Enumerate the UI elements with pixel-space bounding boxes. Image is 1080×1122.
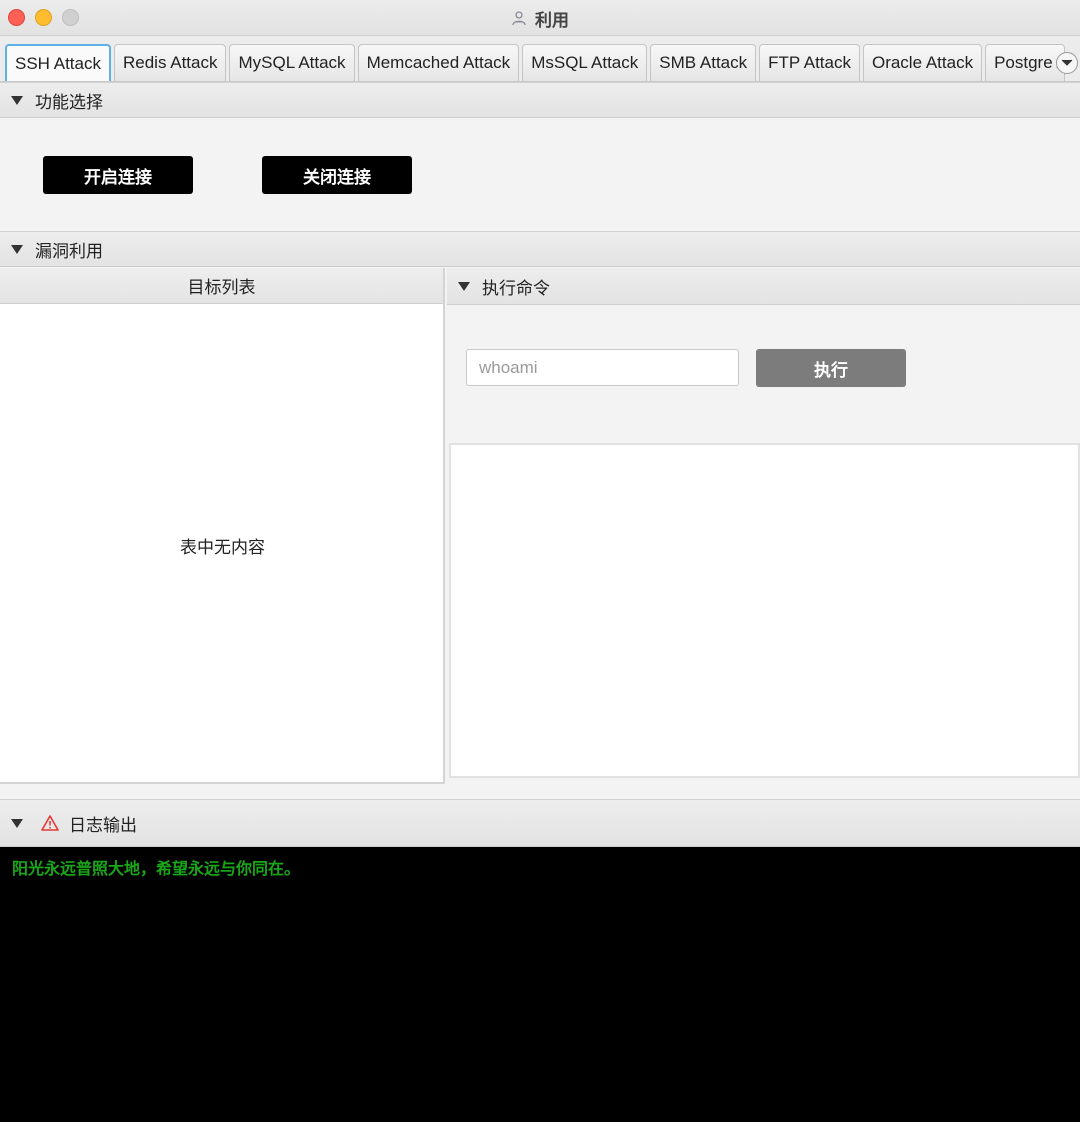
collapse-arrow-icon xyxy=(11,95,23,105)
exploit-section-title: 漏洞利用 xyxy=(35,241,103,261)
tab-oracle-attack[interactable]: Oracle Attack xyxy=(862,44,983,81)
tab-label: MsSQL Attack xyxy=(531,53,639,72)
exploit-section-header[interactable]: 漏洞利用 xyxy=(0,231,1080,267)
window-title-area: 利用 xyxy=(0,0,1080,36)
tab-redis-attack[interactable]: Redis Attack xyxy=(113,44,227,81)
collapse-arrow-icon xyxy=(11,818,23,828)
open-connection-button[interactable]: 开启连接 xyxy=(43,156,193,194)
tab-postgre-attack[interactable]: Postgre Attack xyxy=(985,44,1066,81)
log-section-title: 日志输出 xyxy=(69,815,137,835)
tab-memcached-attack[interactable]: Memcached Attack xyxy=(357,44,520,81)
function-section-title: 功能选择 xyxy=(35,92,103,112)
tab-overflow-button[interactable] xyxy=(1056,52,1078,74)
tab-label: FTP Attack xyxy=(768,53,851,72)
chevron-down-icon xyxy=(1061,59,1073,66)
tab-label: SMB Attack xyxy=(659,53,748,72)
column-header-label: 目标列表 xyxy=(187,278,256,297)
tab-mysql-attack[interactable]: MySQL Attack xyxy=(229,44,355,81)
collapse-arrow-icon xyxy=(458,281,470,291)
function-section-header[interactable]: 功能选择 xyxy=(0,82,1080,118)
tab-label: Memcached Attack xyxy=(366,53,511,72)
tab-label: Redis Attack xyxy=(122,53,218,72)
execute-button[interactable]: 执行 xyxy=(756,349,906,387)
warning-icon xyxy=(41,815,59,831)
tab-label: Postgre Attack xyxy=(994,53,1064,72)
target-list-table[interactable]: 目标列表 表中无内容 xyxy=(0,268,445,784)
command-output-area[interactable] xyxy=(449,443,1080,778)
tab-label: MySQL Attack xyxy=(238,53,346,72)
tab-ftp-attack[interactable]: FTP Attack xyxy=(759,44,860,81)
collapse-arrow-icon xyxy=(11,244,23,254)
tab-label: Oracle Attack xyxy=(871,53,974,72)
log-output-area[interactable]: 阳光永远普照大地，希望永远与你同在。 xyxy=(0,847,1080,1122)
tab-ssh-attack[interactable]: SSH Attack xyxy=(5,44,111,81)
close-connection-button[interactable]: 关闭连接 xyxy=(262,156,412,194)
tab-mssql-attack[interactable]: MsSQL Attack xyxy=(522,44,648,81)
log-message: 阳光永远普照大地，希望永远与你同在。 xyxy=(12,861,301,878)
window-title: 利用 xyxy=(535,10,569,30)
command-input[interactable] xyxy=(466,349,739,386)
tab-smb-attack[interactable]: SMB Attack xyxy=(650,44,757,81)
empty-table-message: 表中无内容 xyxy=(180,538,265,557)
tab-label: SSH Attack xyxy=(15,53,101,73)
log-section-header[interactable]: 日志输出 xyxy=(0,799,1080,847)
exec-command-title: 执行命令 xyxy=(482,278,550,298)
target-list-header[interactable]: 目标列表 xyxy=(0,268,443,304)
window-titlebar: 利用 xyxy=(0,0,1080,36)
attack-tab-bar: SSH Attack Redis Attack MySQL Attack Mem… xyxy=(0,36,1080,82)
person-icon xyxy=(512,11,526,26)
exec-command-header[interactable]: 执行命令 xyxy=(447,268,1080,305)
